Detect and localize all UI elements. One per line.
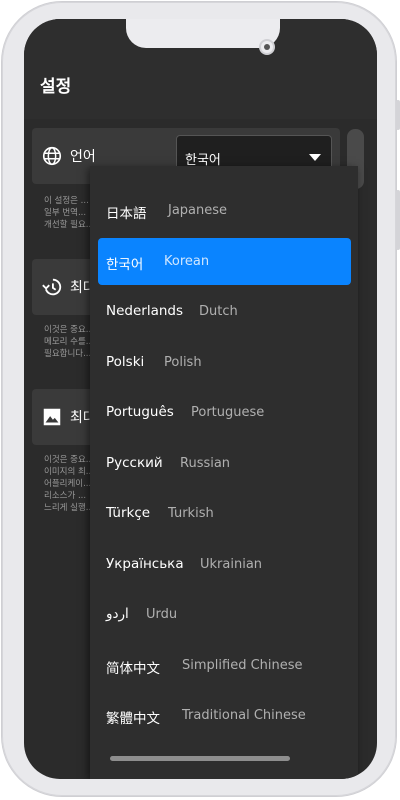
language-option[interactable]: 日本語 Japanese [98, 187, 351, 234]
language-english-name: Turkish [168, 506, 214, 521]
language-english-name: Simplified Chinese [182, 658, 303, 673]
language-english-name: Urdu [146, 607, 178, 622]
home-indicator[interactable] [110, 756, 290, 761]
language-option-selected[interactable]: 한국어 Korean [98, 238, 351, 285]
language-option[interactable]: Polski Polish [98, 339, 351, 386]
language-english-name: Russian [180, 456, 231, 471]
language-native-name: Nederlands [106, 303, 184, 319]
language-option[interactable]: Русский Russian [98, 440, 351, 487]
language-english-name: Ukrainian [200, 557, 263, 572]
language-native-name: Русский [106, 455, 163, 471]
language-native-name: Türkçe [106, 505, 151, 521]
language-dropdown: 日本語 Japanese 한국어 Korean Nederlands Dutch… [90, 166, 358, 779]
language-option[interactable]: Türkçe Turkish [98, 490, 351, 537]
language-native-name: اردو [106, 606, 129, 622]
language-english-name: Japanese [168, 203, 228, 218]
language-english-name: Traditional Chinese [182, 708, 306, 723]
language-option[interactable]: 繁體中文 Traditional Chinese [98, 692, 351, 739]
language-native-name: Polski [106, 354, 145, 370]
language-option[interactable]: Nederlands Dutch [98, 288, 351, 335]
language-option[interactable]: Українська Ukrainian [98, 541, 351, 588]
setting-label: 언어 [70, 149, 96, 165]
language-option[interactable]: Português Portuguese [98, 389, 351, 436]
language-native-name: Português [106, 404, 174, 420]
language-english-name: Dutch [199, 304, 238, 319]
image-icon [43, 408, 61, 426]
language-english-name: Korean [164, 254, 210, 269]
language-option[interactable]: 简体中文 Simplified Chinese [98, 642, 351, 689]
language-native-name: 繁體中文 [106, 711, 160, 727]
camera-icon [261, 41, 273, 53]
phone-side-button [396, 190, 400, 250]
history-icon [42, 278, 62, 296]
language-native-name: 日本語 [106, 206, 147, 222]
app-screen: 설정 언어 이 설정은 ... 일부 번역... 개선할 필요... 한국어 최… [24, 19, 377, 779]
globe-icon [42, 146, 62, 166]
page-title: 설정 [40, 77, 72, 97]
language-option[interactable]: اردو Urdu [98, 591, 351, 638]
phone-notch [126, 19, 280, 48]
phone-side-button [396, 100, 400, 130]
language-native-name: 한국어 [106, 257, 144, 273]
language-native-name: Українська [106, 556, 184, 572]
chevron-down-icon [309, 154, 321, 161]
language-english-name: Portuguese [191, 405, 265, 420]
language-native-name: 简体中文 [106, 661, 160, 677]
language-english-name: Polish [164, 355, 202, 370]
